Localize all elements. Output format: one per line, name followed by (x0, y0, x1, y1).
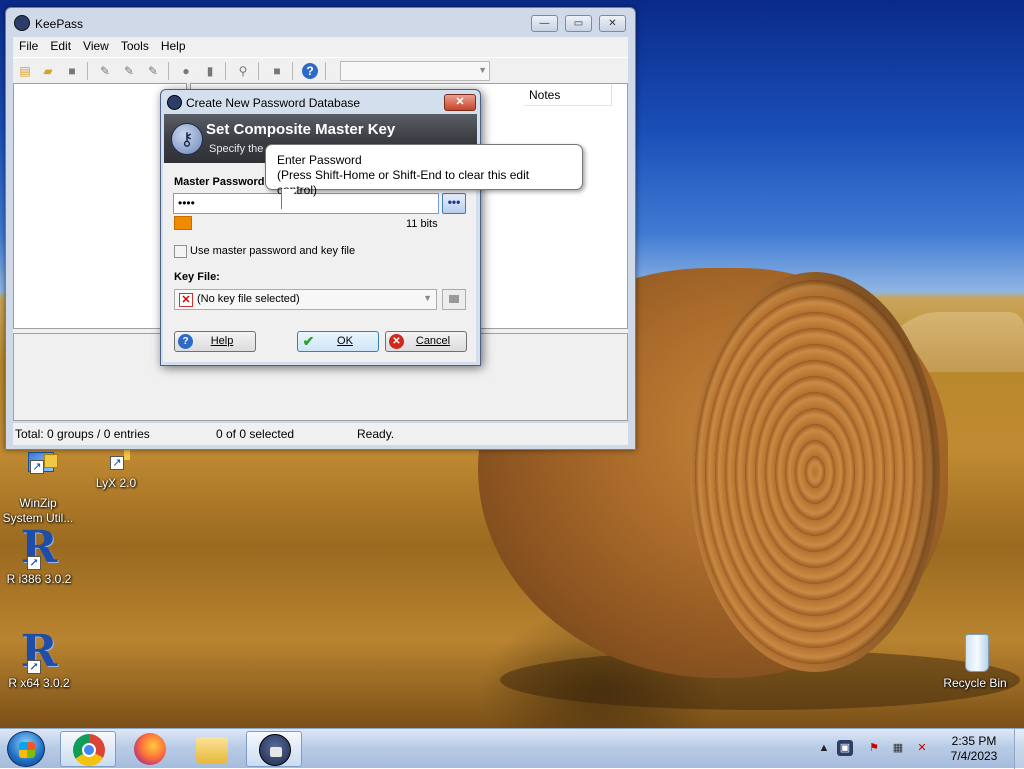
r-icon: R ↗ (20, 626, 58, 677)
clock-date: 7/4/2023 (950, 749, 998, 763)
toolbar-separator (292, 62, 293, 80)
password-quality-bar (174, 216, 192, 230)
delete-entry-icon[interactable]: ✎ (145, 63, 161, 79)
desktop-icon-r-i386[interactable]: R ↗ R i386 3.0.2 (0, 526, 79, 587)
taskbar-explorer[interactable] (184, 731, 240, 767)
start-button[interactable] (7, 731, 45, 767)
new-database-icon[interactable]: ▤ (17, 63, 33, 79)
network-icon[interactable]: ▦ (890, 740, 906, 756)
show-hidden-icons-chevron-icon[interactable]: ▲ (816, 740, 832, 756)
tooltip-title: Enter Password (277, 153, 362, 167)
show-desktop-button[interactable] (1014, 729, 1024, 769)
menu-help[interactable]: Help (155, 37, 192, 55)
use-key-file-checkbox[interactable] (174, 245, 187, 258)
winzip-icon: ↗ (16, 450, 60, 494)
dialog-close-button[interactable]: ✕ (444, 94, 476, 111)
toolbar-separator (225, 62, 226, 80)
master-password-label: Master Password: (174, 176, 269, 188)
taskbar-chrome[interactable] (60, 731, 116, 767)
tooltip-tail (282, 189, 298, 207)
menu-edit[interactable]: Edit (44, 37, 77, 55)
desktop-icon-label: R i386 3.0.2 (6, 572, 72, 586)
desktop-icon-label: LyX 2.0 (95, 476, 137, 490)
desktop-icon-recycle-bin[interactable]: Recycle Bin (935, 630, 1015, 691)
keepass-tray-icon[interactable]: ▣ (837, 740, 853, 756)
key-icon: ⚷ (171, 123, 203, 155)
file-explorer-icon (196, 737, 228, 763)
cancel-button-label: Cancel (415, 335, 451, 347)
toolbar-separator (87, 62, 88, 80)
keepass-lock-icon (167, 95, 182, 110)
desktop-icon-label: Recycle Bin (943, 676, 1007, 690)
menu-tools[interactable]: Tools (115, 37, 155, 55)
key-file-value: (No key file selected) (197, 293, 300, 305)
desktop-icon-winzip[interactable]: ↗ WinZip System Util... (0, 450, 78, 526)
taskbar: ▲ ▣ ⚑ ▦ ✕ 2:35 PM 7/4/2023 (0, 728, 1024, 769)
chrome-icon (73, 734, 105, 766)
toolbar-separator (258, 62, 259, 80)
key-file-combo[interactable]: ✕ (No key file selected) ▼ (174, 289, 437, 310)
desktop-icon-r-x64[interactable]: R ↗ R x64 3.0.2 (0, 630, 79, 691)
maximize-button[interactable]: ▭ (565, 15, 592, 32)
toolbar: ▤ ▰ ■ ✎ ✎ ✎ ● ▮ ⚲ ■ ? ▼ (13, 57, 628, 83)
menu-bar: File Edit View Tools Help (13, 37, 628, 57)
copy-password-icon[interactable]: ▮ (202, 63, 218, 79)
browse-key-file-button[interactable] (442, 289, 466, 310)
chevron-down-icon: ▼ (478, 65, 487, 75)
banner-subtitle: Specify the (209, 143, 264, 155)
action-center-flag-icon[interactable]: ⚑ (866, 740, 882, 756)
use-key-file-label: Use master password and key file (190, 245, 356, 257)
add-entry-icon[interactable]: ✎ (97, 63, 113, 79)
toolbar-separator (325, 62, 326, 80)
toolbar-separator (168, 62, 169, 80)
minimize-button[interactable]: — (531, 15, 558, 32)
tooltip-text: (Press Shift-Home or Shift-End to clear … (277, 168, 530, 197)
close-button[interactable]: ✕ (599, 15, 626, 32)
taskbar-keepass[interactable] (246, 731, 302, 767)
menu-view[interactable]: View (77, 37, 115, 55)
keepass-icon (259, 734, 291, 766)
ok-button-label: OK (337, 335, 353, 347)
dialog-title: Create New Password Database (186, 96, 361, 110)
help-button[interactable]: ? Help (174, 331, 256, 352)
password-tooltip: Enter Password (Press Shift-Home or Shif… (265, 144, 583, 197)
help-button-label: Help (210, 335, 234, 347)
cancel-button[interactable]: ✕ Cancel (385, 331, 467, 352)
banner-title: Set Composite Master Key (206, 121, 396, 138)
no-key-file-icon: ✕ (179, 293, 193, 307)
volume-muted-icon[interactable]: ✕ (914, 740, 930, 756)
keepass-lock-icon (14, 15, 30, 31)
find-icon[interactable]: ⚲ (235, 63, 251, 79)
key-file-label: Key File: (174, 271, 220, 283)
desktop-icon-lyx[interactable]: ↗ LyX 2.0 (76, 450, 156, 511)
column-header-notes[interactable]: Notes (524, 84, 612, 106)
menu-file[interactable]: File (13, 37, 44, 55)
r-icon: R ↗ (20, 522, 58, 573)
title-bar[interactable]: KeePass — ▭ ✕ (6, 8, 635, 38)
password-quality-text: 11 bits (406, 218, 438, 230)
firefox-icon (134, 733, 166, 765)
recycle-bin-icon (953, 630, 997, 674)
wallpaper-hay-face (690, 272, 940, 672)
status-selection: 0 of 0 selected (216, 427, 295, 441)
status-bar: Total: 0 groups / 0 entries 0 of 0 selec… (13, 423, 628, 445)
taskbar-clock[interactable]: 2:35 PM 7/4/2023 (944, 734, 1004, 764)
desktop-icon-label: R x64 3.0.2 (8, 676, 70, 690)
chevron-down-icon: ▼ (423, 293, 432, 303)
clock-time: 2:35 PM (951, 734, 997, 748)
copy-username-icon[interactable]: ● (178, 63, 194, 79)
ok-button[interactable]: ✔ OK (297, 331, 379, 352)
taskbar-firefox[interactable] (122, 731, 178, 767)
lock-workspace-icon[interactable]: ■ (269, 63, 285, 79)
window-title: KeePass (35, 17, 84, 31)
quick-search-combo[interactable]: ▼ (340, 61, 490, 81)
status-state: Ready. (357, 427, 395, 441)
status-totals: Total: 0 groups / 0 entries (15, 427, 150, 441)
open-folder-icon[interactable]: ▰ (40, 63, 56, 79)
help-icon[interactable]: ? (302, 63, 318, 79)
edit-entry-icon[interactable]: ✎ (121, 63, 137, 79)
desktop-icon-label: WinZip (19, 496, 57, 510)
save-icon[interactable]: ■ (64, 63, 80, 79)
